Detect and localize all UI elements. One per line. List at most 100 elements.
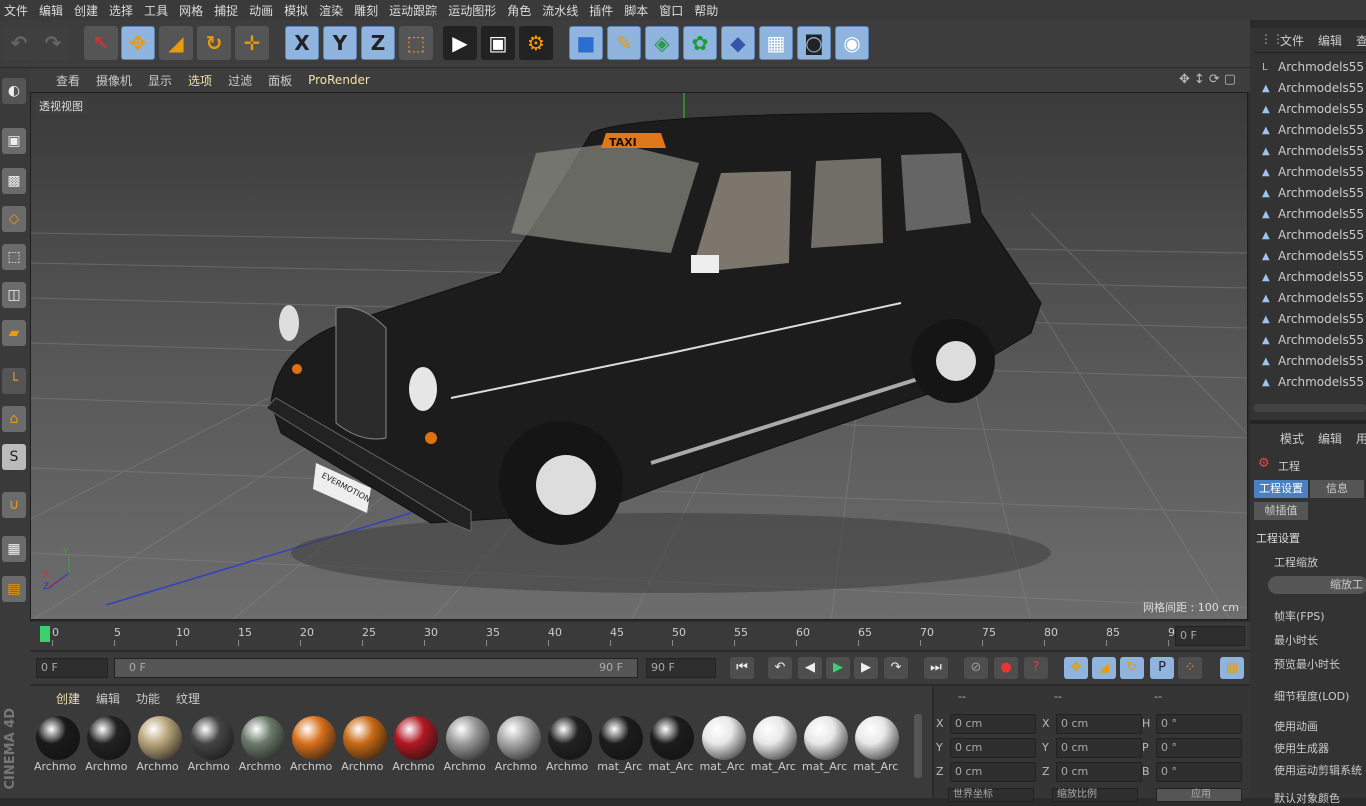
object-list-item[interactable]: ▲ Archmodels55: [1262, 162, 1364, 182]
menu-character[interactable]: 角色: [503, 2, 538, 19]
scale-mode-dropdown[interactable]: 缩放比例: [1052, 788, 1138, 802]
frame-range-slider[interactable]: 0 F 90 F: [114, 658, 638, 678]
attr-menu-user[interactable]: 用: [1356, 430, 1366, 447]
menu-file[interactable]: 文件: [0, 2, 35, 19]
coord-value-field[interactable]: 0 cm: [1056, 738, 1142, 758]
coordinate-system-icon[interactable]: ⬚: [399, 26, 433, 60]
go-to-start-icon[interactable]: ⏮: [730, 657, 754, 679]
rotate-icon[interactable]: ↻: [197, 26, 231, 60]
object-list-item[interactable]: ▲ Archmodels55: [1262, 99, 1364, 119]
coord-value-field[interactable]: 0 cm: [1056, 714, 1142, 734]
object-list-item[interactable]: ▲TempCam: [1262, 393, 1337, 398]
menu-tools[interactable]: 工具: [140, 2, 175, 19]
previous-frame-icon[interactable]: ◀: [798, 657, 822, 679]
floor-icon[interactable]: ▦: [759, 26, 793, 60]
object-list-item[interactable]: ▲ Archmodels55: [1262, 309, 1364, 329]
menu-render[interactable]: 渲染: [315, 2, 350, 19]
object-list-item[interactable]: ▲ Archmodels55: [1262, 267, 1364, 287]
keyframe-selection-icon[interactable]: ?: [1024, 657, 1048, 679]
object-list-item[interactable]: ▲ Archmodels55: [1262, 372, 1364, 392]
viewport-menu-panel[interactable]: 面板: [268, 72, 292, 89]
menu-animate[interactable]: 动画: [245, 2, 280, 19]
play-icon[interactable]: ▶: [826, 657, 850, 679]
viewport-menu-view[interactable]: 查看: [56, 72, 80, 89]
material-swatch[interactable]: mat_Arc: [751, 714, 799, 774]
material-swatch[interactable]: Archmo: [341, 714, 389, 774]
world-coordinates-dropdown[interactable]: 世界坐标: [948, 788, 1034, 802]
texture-mode-icon[interactable]: ▩: [2, 168, 26, 194]
material-swatch[interactable]: mat_Arc: [648, 714, 696, 774]
material-scrollbar[interactable]: [914, 714, 922, 778]
material-menu-function[interactable]: 功能: [136, 690, 160, 707]
axis-mode-icon[interactable]: └: [2, 368, 26, 394]
material-swatch[interactable]: Archmo: [392, 714, 440, 774]
object-list-item[interactable]: ▲ Archmodels55: [1262, 246, 1364, 266]
edges-mode-icon[interactable]: ◫: [2, 282, 26, 308]
object-list-item[interactable]: ▲ Archmodels55: [1262, 204, 1364, 224]
key-position-icon[interactable]: ✥: [1064, 657, 1088, 679]
material-swatch[interactable]: mat_Arc: [853, 714, 901, 774]
menu-snap[interactable]: 捕捉: [210, 2, 245, 19]
z-axis-icon[interactable]: Z: [361, 26, 395, 60]
current-frame-field[interactable]: 0 F: [1175, 626, 1245, 646]
material-swatch[interactable]: Archmo: [85, 714, 133, 774]
auto-keying-icon[interactable]: ●: [994, 657, 1018, 679]
menu-select[interactable]: 选择: [105, 2, 140, 19]
cloner-icon[interactable]: ✿: [683, 26, 717, 60]
object-list-item[interactable]: ▲ Archmodels55: [1262, 141, 1364, 161]
move-icon[interactable]: ✥: [121, 26, 155, 60]
render-settings-icon[interactable]: ⚙: [519, 26, 553, 60]
object-list-item[interactable]: ▲ Archmodels55: [1262, 78, 1364, 98]
record-keys-icon[interactable]: ⊘: [964, 657, 988, 679]
deformer-icon[interactable]: ◆: [721, 26, 755, 60]
object-menu-view[interactable]: 查: [1356, 32, 1366, 49]
pen-icon[interactable]: ✎: [607, 26, 641, 60]
menu-pipeline[interactable]: 流水线: [538, 2, 585, 19]
playhead-marker[interactable]: [40, 626, 50, 642]
cube-icon[interactable]: ■: [569, 26, 603, 60]
object-menu-edit[interactable]: 编辑: [1318, 32, 1342, 49]
tab-project-settings[interactable]: 工程设置: [1254, 480, 1308, 498]
render-picture-viewer-icon[interactable]: ▣: [481, 26, 515, 60]
next-key-icon[interactable]: ↷: [884, 657, 908, 679]
menu-create[interactable]: 创建: [70, 2, 105, 19]
undo-icon[interactable]: ↶: [2, 26, 36, 60]
tab-frame-interpolation[interactable]: 帧插值: [1254, 502, 1308, 520]
attr-menu-mode[interactable]: 模式: [1280, 430, 1304, 447]
next-frame-icon[interactable]: ▶: [854, 657, 878, 679]
viewport-label[interactable]: 透视视图: [35, 97, 87, 115]
previous-key-icon[interactable]: ↶: [768, 657, 792, 679]
coord-value-field[interactable]: 0 °: [1156, 762, 1242, 782]
end-frame-field[interactable]: 90 F: [646, 658, 716, 678]
scale-icon[interactable]: ◢: [159, 26, 193, 60]
menu-sculpt[interactable]: 雕刻: [350, 2, 385, 19]
x-axis-icon[interactable]: X: [285, 26, 319, 60]
menu-simulate[interactable]: 模拟: [280, 2, 315, 19]
viewport-nav-icons[interactable]: ✥↕⟳▢: [1179, 72, 1240, 87]
magnet-icon[interactable]: ∪: [2, 492, 26, 518]
object-list-item[interactable]: ▲ Archmodels55: [1262, 225, 1364, 245]
start-frame-field[interactable]: 0 F: [36, 658, 108, 678]
coord-value-field[interactable]: 0 cm: [950, 762, 1036, 782]
viewport-menu-options[interactable]: 选项: [188, 72, 212, 89]
material-swatch[interactable]: Archmo: [290, 714, 338, 774]
material-menu-edit[interactable]: 编辑: [96, 690, 120, 707]
timeline-ruler[interactable]: 051015202530354045505560657075808590 0 F: [30, 622, 1250, 650]
model-mode-icon[interactable]: ▣: [2, 128, 26, 154]
object-hscrollbar[interactable]: [1254, 404, 1366, 412]
menu-help[interactable]: 帮助: [690, 2, 725, 19]
attr-menu-edit[interactable]: 编辑: [1318, 430, 1342, 447]
object-menu-file[interactable]: 文件: [1280, 32, 1304, 49]
object-list-item[interactable]: ▲ Archmodels55: [1262, 330, 1364, 350]
workplane-icon[interactable]: ▤: [2, 576, 26, 602]
viewport-menu-cameras[interactable]: 摄像机: [96, 72, 132, 89]
points-mode-icon[interactable]: ⬚: [2, 244, 26, 270]
material-swatch[interactable]: Archmo: [136, 714, 184, 774]
menu-script[interactable]: 脚本: [620, 2, 655, 19]
timeline-window-icon[interactable]: ▤: [1220, 657, 1244, 679]
object-list-item[interactable]: ▲ Archmodels55: [1262, 183, 1364, 203]
go-to-end-icon[interactable]: ⏭: [924, 657, 948, 679]
material-swatch[interactable]: mat_Arc: [802, 714, 850, 774]
perspective-viewport[interactable]: TAXI EVERMOTION Y X Z 透视视图 网格间距 : 100 cm: [30, 92, 1248, 620]
polygons-mode-icon[interactable]: ▰: [2, 320, 26, 346]
